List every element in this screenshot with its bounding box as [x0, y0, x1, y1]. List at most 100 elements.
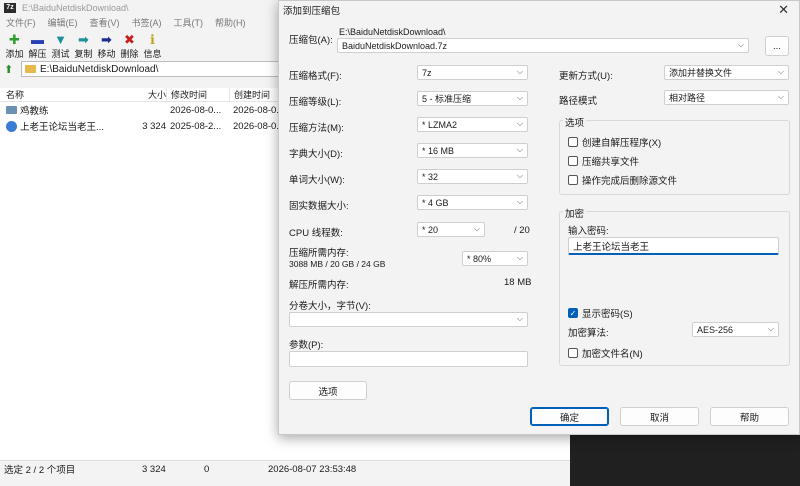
dictionary-label: 字典大小(D): [289, 149, 343, 160]
solid-size-select[interactable]: * 4 GB ⌵ [417, 195, 528, 210]
update-mode-value: 添加并替换文件 [669, 68, 733, 78]
extract-button[interactable]: ▬ 解压 [26, 33, 49, 60]
info-button[interactable]: ℹ 信息 [141, 33, 164, 60]
chevron-down-icon: ⌵ [516, 171, 523, 180]
cpu-threads-value: * 20 [422, 224, 439, 235]
status-size: 3 324 [142, 463, 166, 475]
delete-icon: ✖ [124, 32, 135, 47]
copy-label: 复制 [74, 49, 93, 59]
menu-bookmarks[interactable]: 书签(A) [132, 16, 162, 29]
up-folder-icon[interactable]: ⬆ [4, 63, 18, 76]
test-label: 测试 [51, 49, 70, 59]
shared-files-checkbox[interactable]: 压缩共享文件 [568, 154, 639, 168]
chevron-down-icon: ⌵ [516, 93, 523, 102]
level-label: 压缩等级(L): [289, 97, 342, 108]
test-button[interactable]: ▼ 测试 [49, 33, 72, 60]
chevron-down-icon: ⌵ [516, 145, 523, 154]
col-name[interactable]: 名称 [0, 88, 140, 101]
item-name: 鸡教练 [20, 106, 49, 117]
method-value: * LZMA2 [422, 119, 458, 130]
item-modified: 2025-08-2... [170, 120, 222, 132]
encryption-group-label: 加密 [563, 206, 587, 220]
update-mode-label: 更新方式(U): [559, 71, 613, 82]
chevron-down-icon: ⌵ [737, 40, 744, 49]
menu-file[interactable]: 文件(F) [6, 16, 36, 29]
add-button[interactable]: ✚ 添加 [3, 33, 26, 60]
col-size[interactable]: 大小 [140, 88, 166, 101]
password-label: 输入密码: [568, 226, 609, 237]
chevron-down-icon: ⌵ [516, 119, 523, 128]
params-input[interactable] [289, 351, 528, 367]
menu-view[interactable]: 查看(V) [90, 16, 120, 29]
password-value: 上老王论坛当老王 [573, 241, 650, 253]
move-label: 移动 [97, 49, 116, 59]
add-icon: ✚ [9, 32, 20, 47]
checkbox-box [568, 348, 578, 358]
cpu-threads-label: CPU 线程数: [289, 228, 343, 239]
copy-button[interactable]: ➡ 复制 [72, 33, 95, 60]
level-value: 5 - 标准压缩 [422, 94, 472, 104]
status-bar: 选定 2 / 2 个项目 3 324 0 2026-08-07 23:53:48 [0, 460, 570, 477]
chevron-down-icon: ⌵ [767, 324, 774, 333]
copy-icon: ➡ [78, 32, 89, 47]
show-password-label: 显示密码(S) [582, 309, 633, 320]
archive-name-combo[interactable]: BaiduNetdiskDownload.7z ⌵ [337, 38, 749, 53]
mem-decompress-value: 18 MB [504, 277, 532, 288]
params-label: 参数(P): [289, 340, 324, 351]
extract-icon: ▬ [31, 32, 44, 47]
enc-method-select[interactable]: AES-256 ⌵ [692, 322, 779, 337]
path-mode-label: 路径模式 [559, 96, 598, 107]
close-icon[interactable]: ✕ [778, 2, 789, 18]
chevron-down-icon: ⌵ [516, 314, 523, 323]
volume-size-label: 分卷大小，字节(V): [289, 301, 371, 312]
checkbox-box [568, 175, 578, 185]
mem-compress-select[interactable]: * 80% ⌵ [462, 251, 528, 266]
method-label: 压缩方法(M): [289, 123, 344, 134]
mem-compress-value: * 80% [467, 253, 492, 264]
show-password-checkbox[interactable]: ✓ 显示密码(S) [568, 306, 633, 320]
path-mode-select[interactable]: 相对路径 ⌵ [664, 90, 789, 105]
format-label: 压缩格式(F): [289, 71, 342, 82]
move-button[interactable]: ➡ 移动 [95, 33, 118, 60]
encrypt-names-checkbox[interactable]: 加密文件名(N) [568, 346, 643, 360]
chevron-down-icon: ⌵ [777, 67, 784, 76]
format-select[interactable]: 7z ⌵ [417, 65, 528, 80]
password-input[interactable]: 上老王论坛当老王 [568, 237, 779, 255]
delete-label: 删除 [120, 49, 139, 59]
menu-edit[interactable]: 编辑(E) [48, 16, 78, 29]
update-mode-select[interactable]: 添加并替换文件 ⌵ [664, 65, 789, 80]
chevron-down-icon: ⌵ [516, 67, 523, 76]
chevron-down-icon: ⌵ [473, 224, 480, 233]
info-label: 信息 [143, 49, 162, 59]
add-label: 添加 [5, 49, 24, 59]
options-button[interactable]: 选项 [289, 381, 367, 400]
archive-name-value: BaiduNetdiskDownload.7z [342, 40, 448, 51]
dictionary-select[interactable]: * 16 MB ⌵ [417, 143, 528, 158]
browse-button[interactable]: ... [765, 36, 789, 56]
help-button[interactable]: 帮助 [710, 407, 789, 426]
cancel-button[interactable]: 取消 [620, 407, 699, 426]
ok-button[interactable]: 确定 [530, 407, 609, 426]
move-icon: ➡ [101, 32, 112, 47]
check-icon: ✓ [568, 308, 578, 318]
level-select[interactable]: 5 - 标准压缩 ⌵ [417, 91, 528, 106]
cpu-threads-select[interactable]: * 20 ⌵ [417, 222, 485, 237]
extract-label: 解压 [28, 49, 47, 59]
delete-button[interactable]: ✖ 删除 [118, 33, 141, 60]
sfx-label: 创建自解压程序(X) [582, 138, 662, 149]
test-icon: ▼ [54, 32, 67, 47]
method-select[interactable]: * LZMA2 ⌵ [417, 117, 528, 132]
address-text: E:\BaiduNetdiskDownload\ [40, 63, 159, 75]
file-icon [6, 120, 17, 132]
col-modified[interactable]: 修改时间 [166, 88, 229, 101]
sfx-checkbox[interactable]: 创建自解压程序(X) [568, 135, 661, 149]
status-time: 2026-08-07 23:53:48 [268, 463, 357, 475]
menu-help[interactable]: 帮助(H) [215, 16, 246, 29]
volume-size-combo[interactable]: ⌵ [289, 312, 528, 327]
word-size-select[interactable]: * 32 ⌵ [417, 169, 528, 184]
chevron-down-icon: ⌵ [516, 253, 523, 262]
menu-tools[interactable]: 工具(T) [174, 16, 204, 29]
item-modified: 2026-08-0... [170, 104, 222, 116]
checkbox-box [568, 156, 578, 166]
delete-after-checkbox[interactable]: 操作完成后删除源文件 [568, 173, 677, 187]
